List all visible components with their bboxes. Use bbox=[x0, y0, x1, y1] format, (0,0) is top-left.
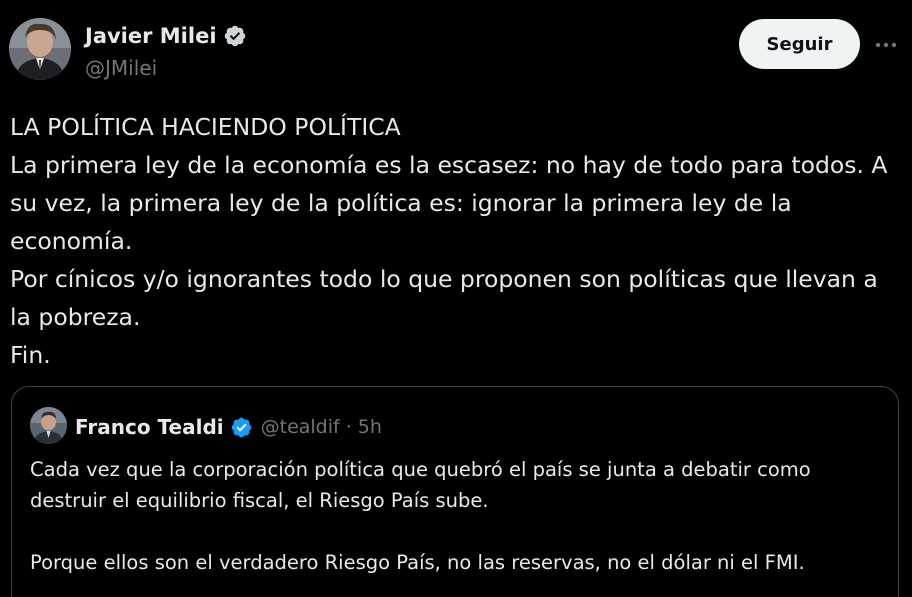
quoted-author-handle[interactable]: @tealdif bbox=[261, 416, 340, 438]
tweet-line: su vez, la primera ley de la política es… bbox=[10, 189, 792, 217]
more-options-icon[interactable] bbox=[871, 30, 901, 60]
tweet-line: la pobreza. bbox=[10, 303, 141, 331]
quoted-tweet-line: Cada vez que la corporación política que… bbox=[30, 458, 811, 481]
quoted-author-avatar[interactable] bbox=[30, 407, 67, 444]
tweet-line: Fin. bbox=[10, 341, 51, 369]
quoted-tweet-line: destruir el equilibrio fiscal, el Riesgo… bbox=[30, 489, 489, 512]
quoted-tweet-timestamp[interactable]: 5h bbox=[358, 416, 382, 438]
quoted-tweet-header: Franco Tealdi @tealdif · 5h bbox=[75, 414, 382, 440]
author-name[interactable]: Javier Milei bbox=[85, 24, 217, 48]
author-handle[interactable]: @JMilei bbox=[85, 56, 157, 80]
quoted-tweet-text: Cada vez que la corporación política que… bbox=[30, 454, 890, 578]
follow-button[interactable]: Seguir bbox=[739, 19, 860, 69]
quoted-avatar-image bbox=[30, 407, 67, 444]
verified-badge-icon[interactable] bbox=[230, 416, 253, 439]
author-name-row: Javier Milei bbox=[85, 22, 247, 50]
verified-badge-icon[interactable] bbox=[223, 24, 247, 48]
author-avatar[interactable] bbox=[9, 18, 71, 80]
tweet-line: La primera ley de la economía es la esca… bbox=[10, 151, 888, 179]
tweet-line: Por cínicos y/o ignorantes todo lo que p… bbox=[10, 265, 878, 293]
avatar-image bbox=[9, 18, 71, 80]
separator-dot: · bbox=[345, 416, 352, 438]
tweet-container: Javier Milei @JMilei Seguir LA POLÍTICA … bbox=[0, 0, 912, 597]
quoted-tweet-card[interactable]: Franco Tealdi @tealdif · 5h Cada vez que… bbox=[11, 386, 899, 597]
quoted-author-name[interactable]: Franco Tealdi bbox=[75, 415, 224, 439]
quoted-tweet-line: Porque ellos son el verdadero Riesgo Paí… bbox=[30, 551, 805, 574]
tweet-line: LA POLÍTICA HACIENDO POLÍTICA bbox=[10, 113, 401, 141]
tweet-text: LA POLÍTICA HACIENDO POLÍTICA La primera… bbox=[10, 108, 905, 374]
tweet-line: economía. bbox=[10, 227, 133, 255]
